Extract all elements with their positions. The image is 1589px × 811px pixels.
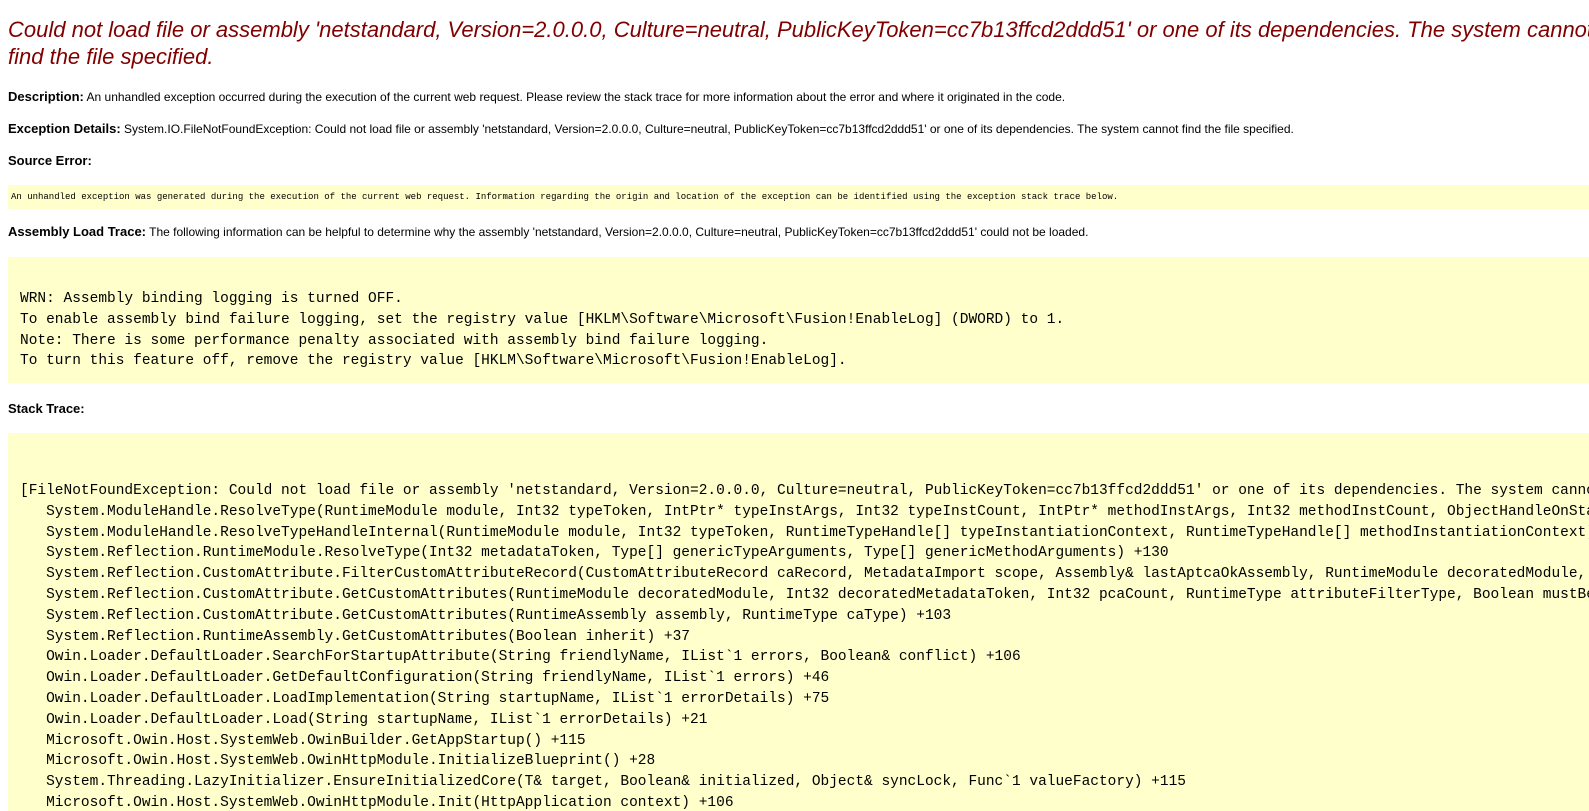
source-error-text: An unhandled exception was generated dur… (11, 192, 1119, 202)
stack-trace-row: Owin.Loader.DefaultLoader.GetDefaultConf… (20, 670, 830, 687)
stack-trace-row: System.Reflection.CustomAttribute.GetCus… (20, 607, 952, 624)
stack-trace-row: System.Threading.LazyInitializer.EnsureI… (20, 774, 1186, 791)
stack-trace-code: [FileNotFoundException: Could not load f… (20, 481, 1589, 811)
description-text: An unhandled exception occurred during t… (83, 90, 1066, 104)
stack-trace-row: Microsoft.Owin.Host.SystemWeb.OwinBuilde… (20, 732, 586, 749)
stack-trace-row: Owin.Loader.DefaultLoader.LoadImplementa… (20, 690, 830, 707)
stack-trace-row: Microsoft.Owin.Host.SystemWeb.OwinHttpMo… (20, 753, 656, 770)
description-label: Description: (8, 89, 84, 104)
load-trace-line: To enable assembly bind failure logging,… (20, 311, 1065, 328)
exception-details-label: Exception Details: (8, 121, 121, 136)
stack-trace-row: System.Reflection.RuntimeAssembly.GetCus… (20, 628, 691, 645)
load-trace-line: Note: There is some performance penalty … (20, 332, 769, 349)
assembly-load-trace-box: WRN: Assembly binding logging is turned … (8, 257, 1589, 383)
stack-trace-row: System.ModuleHandle.ResolveTypeHandleInt… (20, 524, 1589, 541)
stack-trace-row: Microsoft.Owin.Host.SystemWeb.OwinHttpMo… (20, 794, 734, 811)
source-error-box: An unhandled exception was generated dur… (8, 185, 1589, 209)
stack-trace-row: System.Reflection.CustomAttribute.GetCus… (46, 586, 1589, 603)
load-trace-line: WRN: Assembly binding logging is turned … (20, 291, 403, 307)
source-error-line: Source Error: (8, 153, 92, 169)
assembly-load-trace-line: Assembly Load Trace: The following infor… (8, 224, 1088, 240)
load-trace-line: To turn this feature off, remove the reg… (20, 353, 847, 370)
stack-trace-row: System.ModuleHandle.ResolveType(RuntimeM… (20, 503, 1589, 520)
description-line: Description: An unhandled exception occu… (8, 89, 1065, 105)
stack-trace-row: Owin.Loader.DefaultLoader.Load(String st… (20, 711, 708, 728)
stack-trace-line: Stack Trace: (8, 401, 85, 417)
stack-trace-row: System.Reflection.RuntimeModule.ResolveT… (20, 545, 1169, 562)
assembly-load-trace-text: The following information can be helpful… (146, 225, 1089, 239)
stack-trace-row: [FileNotFoundException: Could not load f… (20, 483, 1589, 499)
assembly-load-trace-label: Assembly Load Trace: (8, 224, 146, 239)
error-title: Could not load file or assembly 'netstan… (8, 17, 1589, 69)
exception-details-text: System.IO.FileNotFoundException: Could n… (120, 122, 1294, 136)
error-page: Could not load file or assembly 'netstan… (8, 16, 1589, 811)
stack-trace-row: Owin.Loader.DefaultLoader.SearchForStart… (20, 649, 1021, 666)
source-error-label: Source Error: (8, 153, 92, 168)
exception-details-line: Exception Details: System.IO.FileNotFoun… (8, 121, 1294, 137)
assembly-load-trace-code: WRN: Assembly binding logging is turned … (20, 289, 1064, 372)
stack-trace-label: Stack Trace: (8, 401, 85, 416)
stack-trace-box: [FileNotFoundException: Could not load f… (8, 433, 1589, 811)
stack-trace-row: System.Reflection.CustomAttribute.Filter… (46, 566, 1587, 583)
